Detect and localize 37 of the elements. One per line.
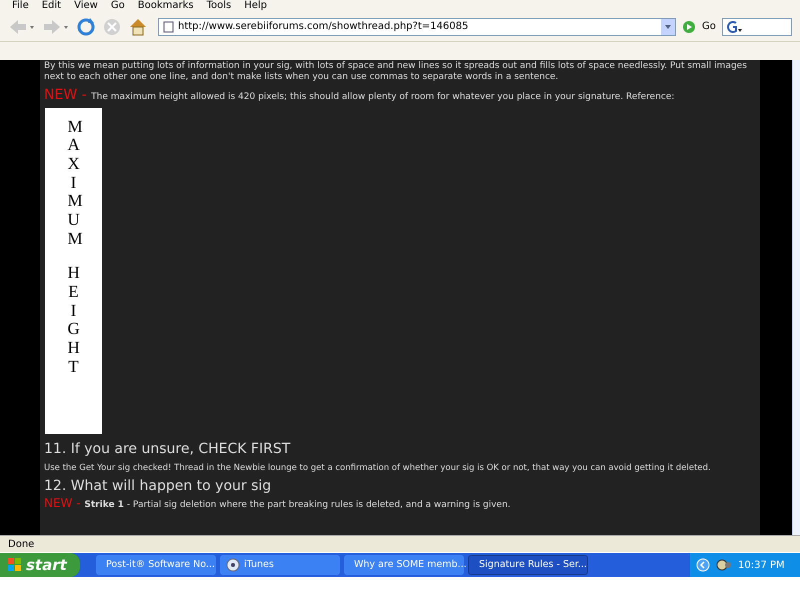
music-disc-icon xyxy=(226,558,240,572)
taskbar-button[interactable]: Signature Rules - Ser... xyxy=(468,555,588,575)
scrollbar[interactable] xyxy=(792,60,800,535)
status-bar: Done xyxy=(0,535,800,552)
windows-logo-icon xyxy=(8,558,22,572)
menu-item[interactable]: File xyxy=(12,0,29,12)
section-heading: 11. If you are unsure, CHECK FIRST xyxy=(44,440,292,458)
intro-paragraph: By this we mean putting lots of information in your sig, with lots of space and new lines so it spreads out and fills lots of space needlessly. Put small images next to each other one one line, and don't make lists when you can use commas to separate words in a sentence. xyxy=(44,60,748,83)
vertical-label: HEIGHT xyxy=(68,264,80,376)
menu-item[interactable]: Tools xyxy=(206,0,232,12)
note-text: The maximum height allowed is 420 pixels; this should allow plenty of room for whatever you place in your signature. Reference: xyxy=(91,91,674,104)
section-heading: 12. What will happen to your sig xyxy=(44,476,272,494)
home-icon[interactable] xyxy=(128,16,148,36)
tray-icon[interactable] xyxy=(716,558,732,572)
menu-item[interactable]: Bookmarks xyxy=(138,0,194,12)
start-button[interactable]: start xyxy=(0,553,80,577)
menu-item[interactable]: Edit xyxy=(42,0,62,12)
menu-item[interactable]: View xyxy=(74,0,98,12)
address-field[interactable]: http://www.serebiiforums.com/showthread.php?t=146085 xyxy=(158,18,676,36)
dropdown-icon[interactable] xyxy=(661,18,675,34)
taskbar-button[interactable]: iTunes xyxy=(220,555,340,575)
menu-item[interactable]: Go xyxy=(110,0,125,12)
search-field[interactable] xyxy=(722,18,792,36)
clock: 10:37 PM xyxy=(738,558,785,572)
page-icon xyxy=(163,20,174,32)
go-icon[interactable] xyxy=(682,20,696,34)
menu-item[interactable]: Help xyxy=(244,0,268,12)
go-button[interactable]: Go xyxy=(702,19,716,34)
new-label: NEW - xyxy=(44,496,82,510)
new-label: NEW - xyxy=(44,86,88,104)
reload-icon[interactable] xyxy=(76,16,96,36)
taskbar-button[interactable]: Why are SOME memb... xyxy=(344,555,464,575)
strike-text: Strike 1 - Partial sig deletion where the part breaking rules is deleted, and a warning is given. xyxy=(84,498,511,510)
search-engine-icon[interactable] xyxy=(724,20,743,34)
taskbar-button[interactable]: Post-it® Software No... xyxy=(96,555,216,575)
chevron-left-icon[interactable] xyxy=(696,558,710,572)
section-text: Use the Get Your sig checked! Thread in the Newbie lounge to get a confirmation of whether your sig is OK or not, that way you can avoid getting it deleted. xyxy=(44,462,712,474)
